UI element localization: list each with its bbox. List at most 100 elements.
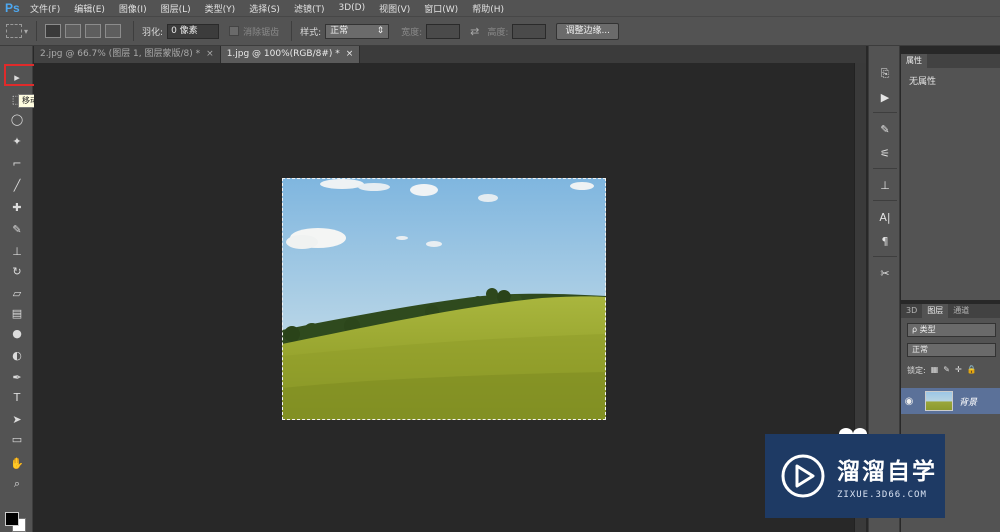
tab-layers[interactable]: 图层: [922, 304, 949, 318]
style-select[interactable]: 正常 ⇕: [325, 23, 390, 39]
swap-icon[interactable]: ⇄: [470, 25, 479, 38]
actions-panel-icon[interactable]: ▶: [877, 90, 893, 106]
lock-row: 锁定: ▦ ✎ ✛ 🔒: [907, 365, 1000, 376]
properties-text: 无属性: [909, 77, 937, 87]
menu-bar: Ps 文件(F) 编辑(E) 图像(I) 图层(L) 类型(Y) 选择(S) 滤…: [0, 0, 1000, 16]
shape-tool-icon[interactable]: ▭: [9, 432, 25, 448]
width-label: 宽度:: [401, 27, 423, 38]
divider: [873, 112, 897, 113]
tools-panel: ▸ ⬚ ◯ ✦ ⌐ ╱ ✚ ✎ ⊥ ↻ ▱ ▤ ● ◐ ✒ T ➤ ▭ ✋ ⌕: [0, 46, 33, 532]
divider: [291, 21, 293, 41]
eyedropper-tool-icon[interactable]: ╱: [9, 178, 25, 194]
menu-window[interactable]: 窗口(W): [424, 2, 458, 15]
watermark-title: 溜溜自学: [837, 459, 937, 485]
antialias-label: 消除锯齿: [243, 27, 280, 38]
menu-file[interactable]: 文件(F): [30, 2, 60, 15]
foreground-color-swatch[interactable]: [5, 512, 19, 526]
character-panel-icon[interactable]: A|: [877, 210, 893, 226]
tab-2-jpg[interactable]: 2.jpg @ 66.7% (图层 1, 图层蒙版/8) * ×: [34, 46, 221, 63]
watermark: 溜溜自学 ZIXUE.3D66.COM: [765, 434, 945, 518]
document-tabs: 2.jpg @ 66.7% (图层 1, 图层蒙版/8) * × 1.jpg @…: [34, 46, 866, 63]
brush-panel-icon[interactable]: ✎: [877, 122, 893, 138]
dodge-tool-icon[interactable]: ◐: [9, 348, 25, 364]
divider: [873, 168, 897, 169]
menu-help[interactable]: 帮助(H): [472, 2, 504, 15]
type-tool-icon[interactable]: T: [9, 390, 25, 406]
layer-thumbnail: [925, 391, 953, 411]
menu-view[interactable]: 视图(V): [379, 2, 410, 15]
watermark-text: 溜溜自学 ZIXUE.3D66.COM: [837, 452, 937, 500]
tab-properties[interactable]: 属性: [901, 54, 927, 68]
tab-label: 2.jpg @ 66.7% (图层 1, 图层蒙版/8) *: [40, 49, 201, 59]
paragraph-panel-icon[interactable]: ¶: [877, 234, 893, 250]
properties-tabs: 属性: [901, 54, 1000, 68]
blend-mode-select[interactable]: 正常: [907, 343, 996, 357]
tab-channels[interactable]: 通道: [948, 304, 974, 318]
eraser-tool-icon[interactable]: ▱: [9, 286, 25, 302]
height-input[interactable]: [512, 23, 547, 39]
clone-stamp-tool-icon[interactable]: ⊥: [9, 244, 25, 260]
lock-pixels-icon[interactable]: ▦: [931, 365, 939, 376]
tab-1-jpg[interactable]: 1.jpg @ 100%(RGB/8#) * ×: [220, 46, 361, 63]
height-label: 高度:: [487, 27, 509, 38]
brush-tool-icon[interactable]: ✎: [9, 222, 25, 238]
antialias-checkbox[interactable]: [229, 26, 240, 36]
layer-name: 背景: [959, 397, 978, 408]
divider: [873, 256, 897, 257]
menu-select[interactable]: 选择(S): [249, 2, 280, 15]
menu-image[interactable]: 图像(I): [119, 2, 147, 15]
watermark-logo-icon: [781, 454, 825, 498]
magic-wand-tool-icon[interactable]: ✦: [9, 134, 25, 150]
lock-position-icon[interactable]: ✛: [955, 365, 962, 376]
history-panel-icon[interactable]: ⎘: [877, 66, 893, 82]
divider: [36, 21, 38, 41]
lock-all-icon[interactable]: 🔒: [967, 365, 977, 376]
intersect-selection-button[interactable]: [105, 24, 122, 38]
properties-panel: 属性 无属性: [901, 54, 1000, 300]
healing-brush-tool-icon[interactable]: ✚: [9, 200, 25, 216]
add-to-selection-button[interactable]: [65, 24, 82, 38]
menu-layer[interactable]: 图层(L): [161, 2, 191, 15]
menu-3d[interactable]: 3D(D): [338, 3, 365, 13]
document-image[interactable]: [282, 178, 606, 420]
zoom-tool-icon[interactable]: ⌕: [9, 476, 25, 492]
refine-edge-button[interactable]: 调整边缘...: [556, 22, 620, 40]
menu-edit[interactable]: 编辑(E): [74, 2, 105, 15]
preset-dropdown-icon[interactable]: ▾: [24, 27, 28, 36]
tool-presets-panel-icon[interactable]: ✂: [877, 266, 893, 282]
select-arrows-icon: ⇕: [376, 25, 385, 36]
crop-tool-icon[interactable]: ⌐: [9, 156, 25, 172]
subtract-selection-button[interactable]: [85, 24, 102, 38]
pen-tool-icon[interactable]: ✒: [9, 370, 25, 386]
feather-label: 羽化:: [142, 27, 164, 38]
close-icon[interactable]: ×: [206, 46, 214, 63]
feather-input[interactable]: 0 像素: [167, 23, 220, 39]
gradient-tool-icon[interactable]: ▤: [9, 306, 25, 322]
landscape-image: [282, 178, 606, 420]
history-brush-tool-icon[interactable]: ↻: [9, 264, 25, 280]
style-label: 样式:: [300, 27, 322, 38]
close-icon[interactable]: ×: [346, 46, 354, 63]
clone-source-panel-icon[interactable]: ⊥: [877, 178, 893, 194]
tab-label: 1.jpg @ 100%(RGB/8#) *: [226, 49, 340, 59]
hand-tool-icon[interactable]: ✋: [9, 456, 25, 472]
blur-tool-icon[interactable]: ●: [9, 326, 25, 342]
lock-paint-icon[interactable]: ✎: [943, 365, 950, 376]
adjustments-panel-icon[interactable]: ⚟: [877, 146, 893, 162]
eye-icon[interactable]: ◉: [901, 396, 917, 407]
layer-filter-select[interactable]: ρ 类型: [907, 323, 996, 337]
tab-3d[interactable]: 3D: [901, 304, 922, 318]
photoshop-logo: Ps: [5, 1, 20, 15]
divider: [133, 21, 135, 41]
menu-filter[interactable]: 滤镜(T): [294, 2, 325, 15]
new-selection-button[interactable]: [45, 24, 62, 38]
watermark-subtitle: ZIXUE.3D66.COM: [837, 490, 927, 500]
lasso-tool-icon[interactable]: ◯: [9, 112, 25, 128]
layer-row-background[interactable]: ◉ 背景: [901, 388, 1000, 414]
path-selection-tool-icon[interactable]: ➤: [9, 412, 25, 428]
menu-type[interactable]: 类型(Y): [205, 2, 236, 15]
layers-tabs: 3D 图层 通道: [901, 304, 1000, 318]
width-input[interactable]: [426, 23, 461, 39]
marquee-preset-icon[interactable]: [6, 24, 22, 38]
options-bar: ▾ 羽化: 0 像素 消除锯齿 样式: 正常 ⇕ 宽度: ⇄ 高度: 调整边缘.…: [0, 16, 1000, 46]
